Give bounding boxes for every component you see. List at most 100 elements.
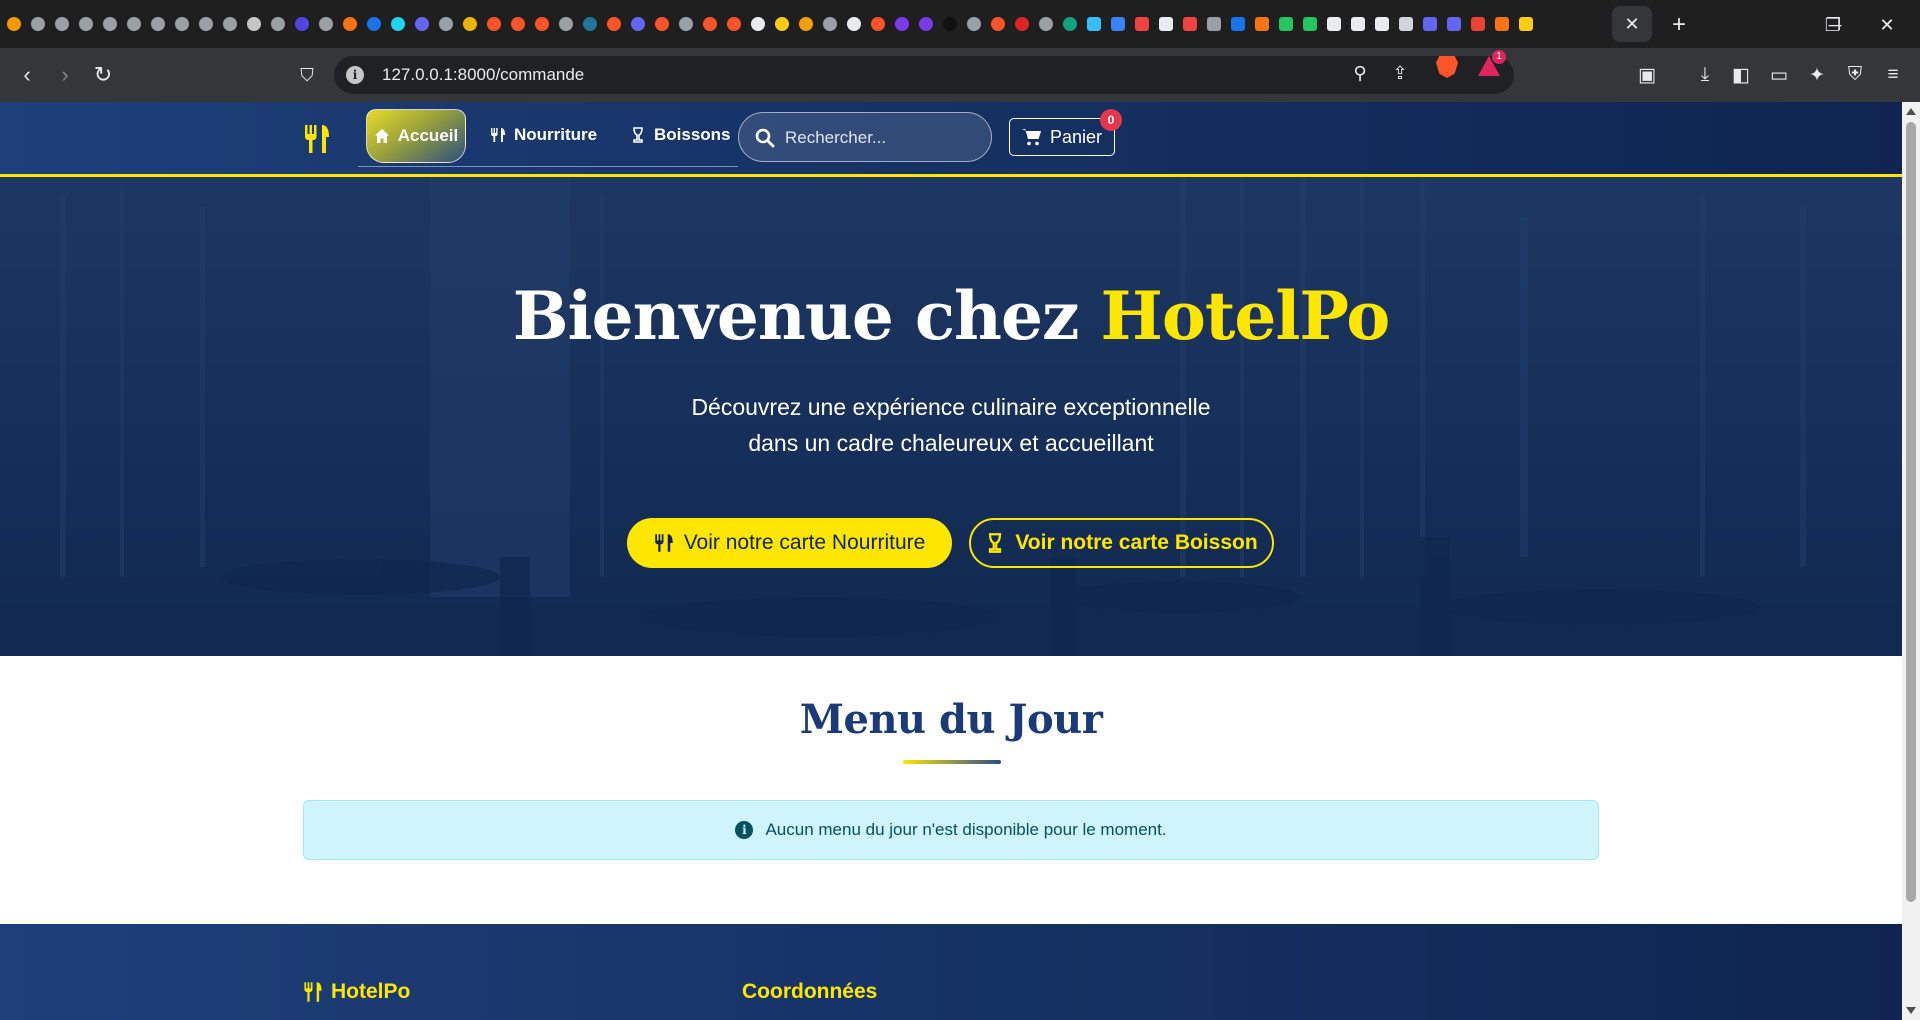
new-tab-button[interactable]: + xyxy=(1664,10,1694,40)
pinned-tab-icon[interactable] xyxy=(914,12,938,36)
pinned-tab-icon[interactable] xyxy=(434,12,458,36)
back-icon[interactable]: ‹ xyxy=(12,60,42,90)
pinned-tab-icon[interactable] xyxy=(1202,12,1226,36)
view-drink-menu-button[interactable]: Voir notre carte Boisson xyxy=(969,518,1274,568)
forward-icon[interactable]: › xyxy=(50,60,80,90)
scroll-up-arrow[interactable] xyxy=(1906,108,1916,115)
pinned-tab-icon[interactable] xyxy=(482,12,506,36)
pinned-tab-icon[interactable] xyxy=(1130,12,1154,36)
pinned-tab-icon[interactable] xyxy=(962,12,986,36)
active-tab[interactable]: ✕ xyxy=(1612,6,1652,42)
pinned-tab-icon[interactable] xyxy=(1322,12,1346,36)
pinned-tab-icon[interactable] xyxy=(122,12,146,36)
menu-icon[interactable]: ≡ xyxy=(1878,60,1908,90)
pinned-tab-icon[interactable] xyxy=(698,12,722,36)
leo-ai-icon[interactable]: ✦ xyxy=(1802,60,1832,90)
zoom-icon[interactable]: ⚲ xyxy=(1348,63,1372,87)
pinned-tab-icon[interactable] xyxy=(1226,12,1250,36)
scrollbar-thumb[interactable] xyxy=(1906,122,1916,902)
sidebar-icon[interactable]: ◧ xyxy=(1726,60,1756,90)
pinned-tab-icon[interactable] xyxy=(890,12,914,36)
pinned-tab-icon[interactable] xyxy=(506,12,530,36)
pinned-tab-icon[interactable] xyxy=(458,12,482,36)
pinned-tab-icon[interactable] xyxy=(674,12,698,36)
pinned-tab-icon[interactable] xyxy=(1490,12,1514,36)
scroll-down-arrow[interactable] xyxy=(1906,1007,1916,1014)
pinned-tab-icon[interactable] xyxy=(626,12,650,36)
pinned-tab-icon[interactable] xyxy=(194,12,218,36)
pinned-tab-icon[interactable] xyxy=(818,12,842,36)
nav-home[interactable]: Accueil xyxy=(366,109,466,163)
pinned-tab-icon[interactable] xyxy=(986,12,1010,36)
pinned-tab-icon[interactable] xyxy=(314,12,338,36)
site-info-icon[interactable]: i xyxy=(346,66,364,84)
pinned-tab-icon[interactable] xyxy=(1010,12,1034,36)
close-window-button[interactable]: ✕ xyxy=(1864,10,1910,40)
bookmark-icon[interactable]: ⛉ xyxy=(292,60,322,90)
pinned-tab-icon[interactable] xyxy=(338,12,362,36)
pinned-tab-icon[interactable] xyxy=(530,12,554,36)
download-icon[interactable]: ⤓ xyxy=(1690,60,1720,90)
reload-icon[interactable]: ↻ xyxy=(88,60,118,90)
pinned-tab-icon[interactable] xyxy=(554,12,578,36)
pinned-tab-icon[interactable] xyxy=(50,12,74,36)
view-food-menu-button[interactable]: Voir notre carte Nourriture xyxy=(627,518,952,568)
utensils-icon[interactable] xyxy=(303,124,331,154)
pinned-tab-icon[interactable] xyxy=(602,12,626,36)
pinned-tab-icon[interactable] xyxy=(146,12,170,36)
pinned-tab-icon[interactable] xyxy=(362,12,386,36)
wallet-icon[interactable]: ▭ xyxy=(1764,60,1794,90)
pinned-tab-icon[interactable] xyxy=(1346,12,1370,36)
pinned-tab-icon[interactable] xyxy=(1178,12,1202,36)
pinned-tab-icon[interactable] xyxy=(1154,12,1178,36)
pinned-tab-icon[interactable] xyxy=(1034,12,1058,36)
pinned-tab-icon[interactable] xyxy=(746,12,770,36)
pinned-tab-icon[interactable] xyxy=(1514,12,1538,36)
pinned-tab-icon[interactable] xyxy=(578,12,602,36)
pinned-tab-icon[interactable] xyxy=(386,12,410,36)
pinned-tab-icon[interactable] xyxy=(1442,12,1466,36)
pinned-tab-icon[interactable] xyxy=(1106,12,1130,36)
pinned-tab-icon[interactable] xyxy=(74,12,98,36)
pinned-tab-icon[interactable] xyxy=(1082,12,1106,36)
page-scrollbar[interactable] xyxy=(1902,102,1920,1020)
pinned-tab-icon[interactable] xyxy=(266,12,290,36)
pinned-tab-icon[interactable] xyxy=(218,12,242,36)
pinned-tab-icon[interactable] xyxy=(1298,12,1322,36)
reader-mode-icon[interactable]: ▣ xyxy=(1632,60,1662,90)
pinned-tab-icon[interactable] xyxy=(170,12,194,36)
pinned-tab-icon[interactable] xyxy=(938,12,962,36)
pinned-tab-icon[interactable] xyxy=(650,12,674,36)
pinned-tab-icon[interactable] xyxy=(1370,12,1394,36)
close-tab-icon[interactable]: ✕ xyxy=(1624,14,1639,35)
vpn-icon[interactable]: ⛨ xyxy=(1840,60,1870,90)
pinned-tab-icon[interactable] xyxy=(770,12,794,36)
pinned-tab-icon[interactable] xyxy=(794,12,818,36)
pinned-tab-icon[interactable] xyxy=(1394,12,1418,36)
pinned-tab-icon[interactable] xyxy=(722,12,746,36)
share-icon[interactable]: ⇪ xyxy=(1388,63,1412,87)
pinned-tab-icon[interactable] xyxy=(1250,12,1274,36)
pinned-tab-icon[interactable] xyxy=(2,12,26,36)
pinned-tab-icon[interactable] xyxy=(1418,12,1442,36)
pinned-tab-icon[interactable] xyxy=(242,12,266,36)
nav-drinks[interactable]: Boissons xyxy=(630,107,731,163)
address-bar[interactable]: i 127.0.0.1:8000/commande ⚲ ⇪ xyxy=(334,56,1514,94)
pinned-tab-icon[interactable] xyxy=(1466,12,1490,36)
cart-button[interactable]: Panier xyxy=(1009,118,1115,156)
url-text[interactable]: 127.0.0.1:8000/commande xyxy=(382,65,584,85)
nav-food[interactable]: Nourriture xyxy=(490,107,597,163)
search-box[interactable] xyxy=(738,112,992,162)
pinned-tab-icon[interactable] xyxy=(1274,12,1298,36)
pinned-tab-icon[interactable] xyxy=(1058,12,1082,36)
pinned-tab-icon[interactable] xyxy=(866,12,890,36)
nav-food-label: Nourriture xyxy=(514,125,598,144)
restore-button[interactable]: ❐ xyxy=(1810,10,1856,40)
pinned-tab-icon[interactable] xyxy=(98,12,122,36)
pinned-tab-icon[interactable] xyxy=(290,12,314,36)
pinned-tab-icon[interactable] xyxy=(842,12,866,36)
pinned-tab-icon[interactable] xyxy=(26,12,50,36)
search-input[interactable] xyxy=(785,125,975,151)
hero-subtitle-line2: dans un cadre chaleureux et accueillant xyxy=(748,430,1154,456)
pinned-tab-icon[interactable] xyxy=(410,12,434,36)
